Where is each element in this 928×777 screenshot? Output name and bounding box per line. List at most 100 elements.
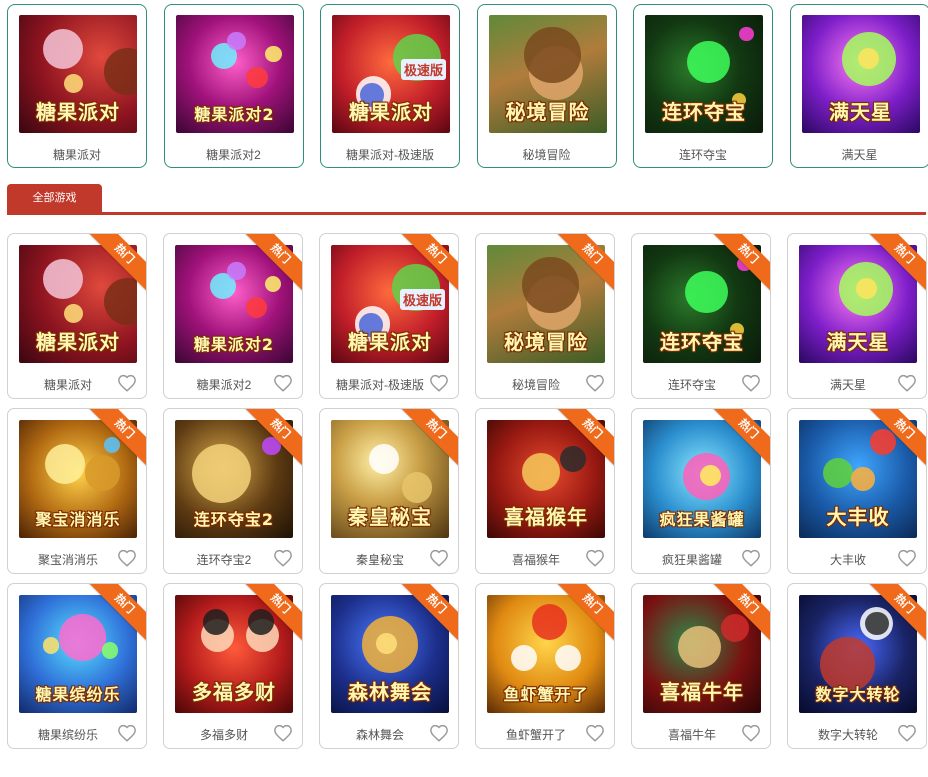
game-card[interactable]: 糖果缤纷乐 热门 糖果缤纷乐 bbox=[7, 583, 147, 749]
artwork-shape bbox=[101, 642, 119, 659]
game-logo-text: 大丰收 bbox=[826, 505, 890, 529]
artwork-shape bbox=[720, 613, 750, 643]
artwork-shape bbox=[699, 464, 721, 487]
favorite-heart-icon[interactable] bbox=[741, 724, 761, 742]
game-thumbnail[interactable]: 糖果派对 bbox=[19, 15, 137, 133]
game-artwork: 糖果派对 bbox=[19, 15, 137, 133]
favorite-heart-icon[interactable] bbox=[429, 549, 449, 567]
game-name: 多福多财 bbox=[199, 728, 248, 742]
game-artwork: 糖果派对 极速版 bbox=[332, 15, 450, 133]
game-logo-text: 秘境冒险 bbox=[504, 330, 588, 354]
game-card[interactable]: 喜福猴年 热门 喜福猴年 bbox=[475, 408, 615, 574]
favorite-heart-icon[interactable] bbox=[273, 549, 293, 567]
artwork-shape bbox=[869, 429, 896, 456]
favorite-heart-icon[interactable] bbox=[741, 374, 761, 392]
artwork-shape bbox=[63, 304, 83, 323]
featured-game-card[interactable]: 满天星 满天星 bbox=[789, 4, 928, 168]
game-card[interactable]: 连环夺宝2 热门 连环夺宝2 bbox=[163, 408, 303, 574]
game-card[interactable]: 糖果派对 极速版 热门 糖果派对-极速版 bbox=[319, 233, 459, 399]
artwork-shape bbox=[822, 457, 854, 489]
game-thumbnail[interactable]: 满天星 bbox=[801, 15, 920, 133]
favorite-heart-icon[interactable] bbox=[585, 374, 605, 392]
game-card[interactable]: 连环夺宝 热门 连环夺宝 bbox=[631, 233, 771, 399]
favorite-heart-icon[interactable] bbox=[117, 724, 137, 742]
game-card[interactable]: 鱼虾蟹开了 热门 鱼虾蟹开了 bbox=[475, 583, 615, 749]
artwork-shape bbox=[375, 632, 398, 654]
favorite-heart-icon[interactable] bbox=[429, 374, 449, 392]
artwork-shape bbox=[245, 296, 268, 319]
featured-game-card[interactable]: 秘境冒险 秘境冒险 bbox=[476, 4, 617, 168]
category-tab-bar: 全部游戏 bbox=[7, 184, 926, 215]
artwork-shape bbox=[59, 613, 107, 662]
favorite-heart-icon[interactable] bbox=[273, 724, 293, 742]
favorite-heart-icon[interactable] bbox=[897, 374, 917, 392]
game-card[interactable]: 喜福牛年 热门 喜福牛年 bbox=[631, 583, 771, 749]
game-logo-text: 连环夺宝 bbox=[662, 100, 746, 124]
artwork-shape bbox=[401, 471, 433, 503]
game-name: 聚宝消消乐 bbox=[37, 553, 98, 567]
game-logo-text: 鱼虾蟹开了 bbox=[503, 685, 589, 704]
favorite-heart-icon[interactable] bbox=[585, 724, 605, 742]
artwork-shape bbox=[510, 644, 537, 671]
favorite-heart-icon[interactable] bbox=[741, 549, 761, 567]
game-logo-text: 满天星 bbox=[826, 330, 890, 354]
favorite-heart-icon[interactable] bbox=[897, 549, 917, 567]
artwork-shape bbox=[522, 256, 580, 314]
game-grid: 糖果派对 热门 糖果派对 糖果派对2 热门 糖果派对2 糖果派对 极速版 热门 糖果派对-极速版秘… bbox=[7, 233, 927, 749]
artwork-shape bbox=[855, 278, 877, 300]
game-thumbnail[interactable]: 糖果派对2 bbox=[175, 15, 294, 133]
favorite-heart-icon[interactable] bbox=[585, 549, 605, 567]
game-card[interactable]: 森林舞会 热门 森林舞会 bbox=[319, 583, 459, 749]
game-card[interactable]: 大丰收 热门 大丰收 bbox=[787, 408, 927, 574]
game-name: 满天星 bbox=[841, 148, 878, 162]
game-card[interactable]: 聚宝消消乐 热门 聚宝消消乐 bbox=[7, 408, 147, 574]
game-card[interactable]: 满天星 热门 满天星 bbox=[787, 233, 927, 399]
game-logo-text: 糖果缤纷乐 bbox=[35, 685, 121, 704]
artwork-shape bbox=[227, 31, 247, 51]
game-card[interactable]: 数字大转轮 热门 数字大转轮 bbox=[787, 583, 927, 749]
game-name: 秘境冒险 bbox=[511, 378, 560, 392]
featured-game-card[interactable]: 糖果派对 糖果派对 bbox=[7, 4, 147, 168]
favorite-heart-icon[interactable] bbox=[273, 374, 293, 392]
game-logo-text: 秦皇秘宝 bbox=[348, 505, 432, 529]
favorite-heart-icon[interactable] bbox=[117, 374, 137, 392]
game-logo-text: 喜福牛年 bbox=[660, 680, 744, 704]
game-card[interactable]: 秘境冒险 热门 秘境冒险 bbox=[475, 233, 615, 399]
game-card[interactable]: 疯狂果酱罐 热门 疯狂果酱罐 bbox=[631, 408, 771, 574]
game-card[interactable]: 多福多财 热门 多福多财 bbox=[163, 583, 303, 749]
tab-all-games[interactable]: 全部游戏 bbox=[7, 184, 102, 212]
artwork-shape bbox=[687, 40, 730, 84]
game-card[interactable]: 糖果派对 热门 糖果派对 bbox=[7, 233, 147, 399]
game-thumbnail[interactable]: 连环夺宝 bbox=[645, 15, 763, 133]
game-logo-text: 连环夺宝 bbox=[660, 330, 744, 354]
game-name: 喜福牛年 bbox=[667, 728, 716, 742]
game-thumbnail[interactable]: 秘境冒险 bbox=[488, 15, 607, 133]
artwork-shape bbox=[42, 259, 83, 300]
game-logo-text: 满天星 bbox=[829, 100, 892, 124]
game-name: 糖果派对 bbox=[52, 148, 101, 162]
game-card[interactable]: 秦皇秘宝 热门 秦皇秘宝 bbox=[319, 408, 459, 574]
featured-game-card[interactable]: 糖果派对 极速版 糖果派对-极速版 bbox=[320, 4, 460, 168]
artwork-shape bbox=[191, 443, 251, 503]
artwork-shape bbox=[226, 261, 246, 281]
game-name: 糖果派对-极速版 bbox=[336, 378, 424, 392]
featured-game-card[interactable]: 糖果派对2 糖果派对2 bbox=[163, 4, 304, 168]
game-logo-text: 疯狂果酱罐 bbox=[659, 510, 745, 529]
favorite-heart-icon[interactable] bbox=[117, 549, 137, 567]
featured-game-card[interactable]: 连环夺宝 连环夺宝 bbox=[633, 4, 773, 168]
artwork-shape bbox=[44, 443, 86, 484]
game-logo-text: 多福多财 bbox=[192, 680, 276, 704]
artwork-shape bbox=[523, 26, 581, 84]
game-logo-text: 秘境冒险 bbox=[505, 100, 590, 124]
favorite-heart-icon[interactable] bbox=[897, 724, 917, 742]
artwork-shape bbox=[685, 270, 728, 314]
game-card[interactable]: 糖果派对2 热门 糖果派对2 bbox=[163, 233, 303, 399]
artwork-shape bbox=[555, 644, 582, 671]
artwork-shape bbox=[265, 45, 282, 63]
game-thumbnail[interactable]: 糖果派对 极速版 bbox=[332, 15, 450, 133]
game-name: 秘境冒险 bbox=[522, 148, 571, 162]
game-logo-text: 糖果派对 bbox=[348, 330, 432, 354]
artwork-shape bbox=[865, 611, 889, 636]
artwork-shape bbox=[739, 26, 754, 41]
favorite-heart-icon[interactable] bbox=[429, 724, 449, 742]
